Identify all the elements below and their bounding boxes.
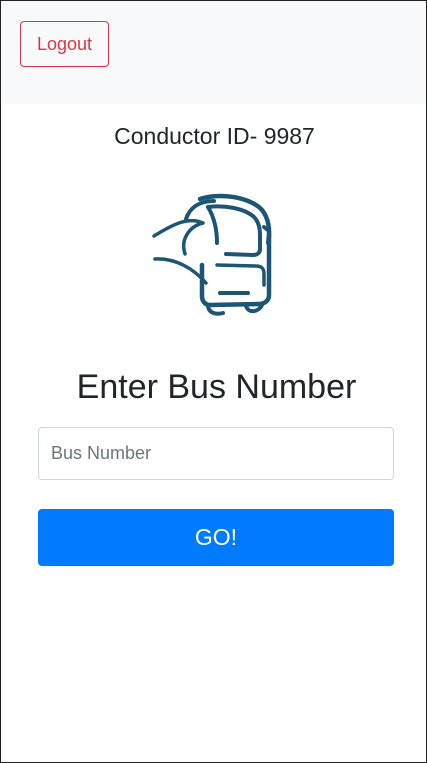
navbar: Logout	[1, 1, 426, 104]
conductor-id-value: 9987	[263, 123, 315, 149]
conductor-id-text: Conductor ID- 9987	[1, 123, 426, 150]
go-button[interactable]: GO!	[38, 509, 394, 566]
conductor-id-label: Conductor ID-	[114, 123, 258, 149]
page-heading: Enter Bus Number	[76, 368, 357, 406]
bus-icon	[128, 159, 298, 335]
bus-number-input[interactable]	[38, 427, 394, 480]
logout-button[interactable]: Logout	[20, 21, 109, 67]
app-frame: Logout Conductor ID- 9987 Enter Bus Numb…	[0, 0, 427, 763]
